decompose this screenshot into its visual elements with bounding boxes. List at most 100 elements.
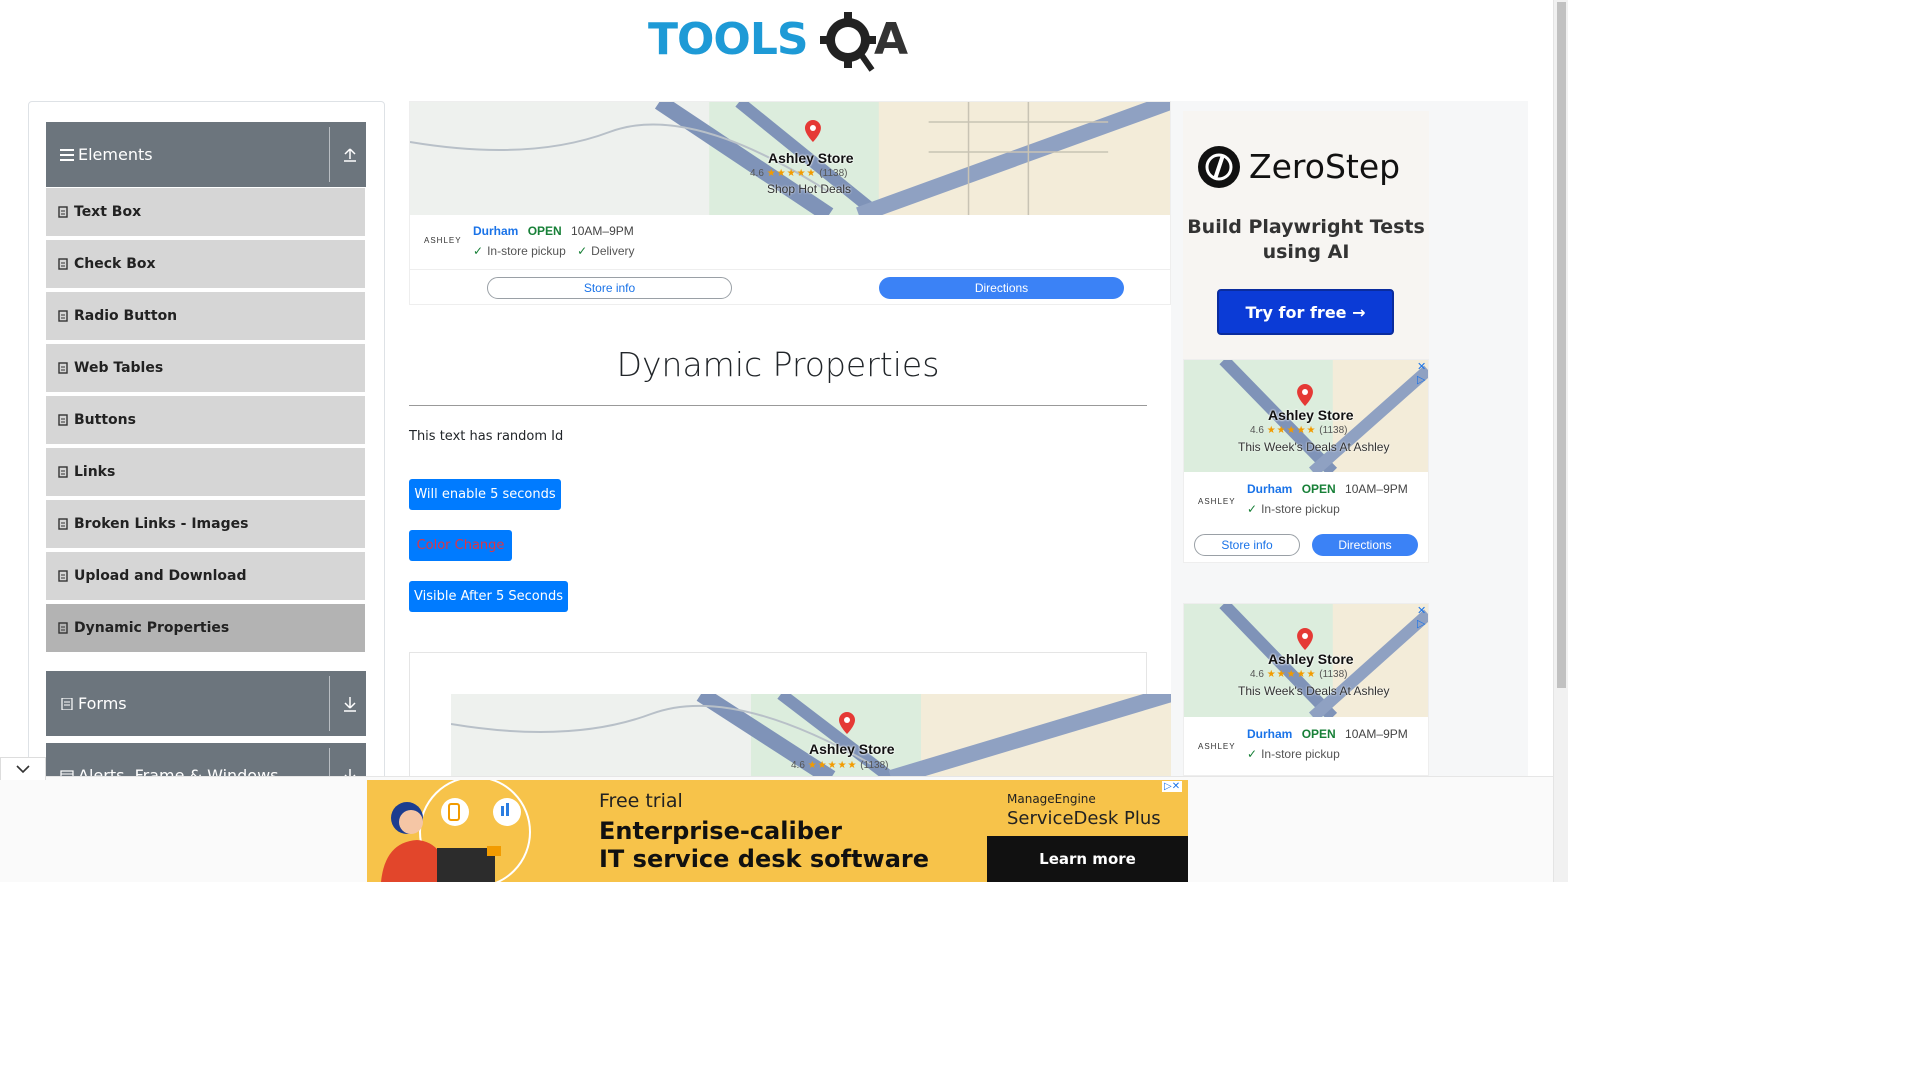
enable-after-button[interactable]: Will enable 5 seconds — [409, 479, 561, 510]
random-id-text: This text has random Id — [409, 429, 564, 444]
lower-map-ad[interactable]: Ashley Store 4.6 ★★★★★ (1138) — [451, 694, 1171, 778]
sidebar-item-links[interactable]: Links — [46, 448, 365, 498]
zerostep-headline: Build Playwright Tests using AI — [1187, 216, 1425, 263]
check-icon: ✓ — [577, 244, 588, 258]
feature-pickup: In-store pickup — [487, 244, 566, 258]
review-count: (1138) — [1319, 669, 1348, 680]
sidebar-item-upload-download[interactable]: Upload and Download — [46, 552, 365, 602]
directions-button[interactable]: Directions — [879, 277, 1124, 299]
ad-close-icon[interactable]: ✕ — [1417, 604, 1426, 617]
rating-value: 4.6 — [750, 168, 764, 179]
feature-pickup: In-store pickup — [1261, 502, 1340, 516]
document-icon — [61, 697, 73, 710]
sidebar-item-radio-button[interactable]: Radio Button — [46, 292, 365, 342]
expand-down-icon[interactable] — [342, 694, 358, 712]
menu-icon — [60, 148, 74, 161]
chevron-down-icon — [16, 765, 30, 774]
list-icon — [58, 258, 68, 270]
store-city: Durham — [473, 224, 519, 238]
rating-value: 4.6 — [1250, 669, 1264, 680]
store-status: OPEN — [527, 224, 562, 238]
rating-value: 4.6 — [791, 760, 805, 771]
ashley-logo: ASHLEY — [424, 236, 462, 245]
ad-tagline: This Week's Deals At Ashley — [1238, 440, 1390, 454]
sidebar-item-check-box[interactable]: Check Box — [46, 240, 365, 290]
collapse-up-icon[interactable] — [342, 145, 358, 163]
rating-stars: ★★★★★ — [1266, 425, 1317, 436]
sidebar-item-buttons[interactable]: Buttons — [46, 396, 365, 446]
directions-button[interactable]: Directions — [1312, 534, 1418, 556]
adchoices-icon[interactable]: ▷ — [1417, 617, 1425, 630]
page-scrollbar[interactable] — [1553, 0, 1568, 882]
side-map-ad-2[interactable]: ✕ ▷ Ashley Store 4.6 ★★★★★ (1138) This W… — [1183, 603, 1429, 776]
sidebar-item-label: Text Box — [74, 204, 142, 220]
list-icon — [58, 414, 68, 426]
store-info-button[interactable]: Store info — [487, 277, 732, 299]
sidebar-panel: Elements Text Box Check Box Radio Button… — [28, 101, 385, 791]
check-icon: ✓ — [1247, 502, 1258, 516]
sidebar-item-text-box[interactable]: Text Box — [46, 188, 365, 238]
store-info-button[interactable]: Store info — [1194, 534, 1300, 556]
list-icon — [58, 518, 68, 530]
store-city: Durham — [1247, 482, 1293, 496]
list-icon — [58, 466, 68, 478]
store-name: Ashley Store — [1268, 407, 1354, 423]
servicedesk-brand: ServiceDesk Plus — [1007, 808, 1161, 829]
list-icon — [58, 310, 68, 322]
rating: 4.6 ★★★★★ (1138) — [791, 760, 888, 771]
manageengine-label: ManageEngine — [1007, 792, 1096, 806]
store-features: ✓ In-store pickup — [1247, 502, 1340, 516]
adchoices-icon[interactable]: ▷ — [1417, 373, 1425, 386]
ashley-logo: ASHLEY — [1198, 742, 1236, 751]
rating: 4.6 ★★★★★ (1138) — [750, 168, 847, 179]
check-icon: ✓ — [473, 244, 484, 258]
ad-close-icon[interactable]: ▷✕ — [1162, 781, 1183, 792]
review-count: (1138) — [1319, 425, 1348, 436]
store-features: ✓ In-store pickup — [1247, 747, 1340, 761]
rating-stars: ★★★★★ — [766, 168, 817, 179]
ad-tagline: This Week's Deals At Ashley — [1238, 684, 1390, 698]
ad-tagline: Shop Hot Deals — [767, 182, 852, 196]
learn-more-button[interactable]: Learn more — [987, 836, 1188, 882]
ad-kicker: Free trial — [599, 790, 683, 812]
sidebar-group-label: Forms — [78, 694, 127, 713]
top-map-ad[interactable]: Ashley Store 4.6 ★★★★★ (1138) Shop Hot D… — [409, 101, 1171, 305]
sidebar-item-label: Upload and Download — [74, 568, 247, 584]
store-location: Durham OPEN 10AM–9PM — [1247, 482, 1408, 496]
sidebar-item-label: Radio Button — [74, 308, 178, 324]
svg-text:A: A — [874, 14, 908, 65]
ad-close-icon[interactable]: ✕ — [1417, 360, 1426, 373]
color-change-button[interactable]: Color Change — [409, 530, 512, 561]
divider — [329, 676, 330, 731]
try-free-button[interactable]: Try for free → — [1217, 289, 1394, 335]
sidebar-item-web-tables[interactable]: Web Tables — [46, 344, 365, 394]
sidebar-item-dynamic-properties[interactable]: Dynamic Properties — [46, 604, 365, 654]
store-features: ✓ In-store pickup ✓ Delivery — [473, 244, 635, 258]
review-count: (1138) — [819, 168, 848, 179]
ashley-logo: ASHLEY — [1198, 497, 1236, 506]
sidebar-group-elements[interactable]: Elements — [46, 122, 366, 187]
zerostep-logo-icon — [1198, 146, 1240, 188]
collapse-ad-button[interactable] — [0, 757, 46, 780]
zerostep-brand: ZeroStep — [1249, 147, 1401, 186]
svg-text:TOOLS: TOOLS — [648, 14, 808, 65]
toolsqa-logo[interactable]: TOOLS A — [648, 12, 912, 74]
store-name: Ashley Store — [809, 741, 895, 757]
ad-headline-1: Enterprise-caliber — [599, 817, 842, 845]
servicedesk-ad[interactable]: Free trial Enterprise-caliber IT service… — [367, 780, 1188, 882]
sidebar-group-forms[interactable]: Forms — [46, 671, 366, 736]
ad-headline-2: IT service desk software — [599, 845, 930, 873]
list-icon — [58, 362, 68, 374]
zerostep-ad[interactable]: ZeroStep Build Playwright Tests using AI… — [1183, 111, 1429, 359]
divider — [329, 127, 330, 182]
visible-after-button[interactable]: Visible After 5 Seconds — [409, 581, 568, 612]
sidebar-item-label: Buttons — [74, 412, 136, 428]
side-map-ad-1[interactable]: ✕ ▷ Ashley Store 4.6 ★★★★★ (1138) This W… — [1183, 359, 1429, 563]
rating-stars: ★★★★★ — [1266, 669, 1317, 680]
rating-stars: ★★★★★ — [807, 760, 858, 771]
scrollbar-thumb[interactable] — [1557, 2, 1566, 688]
check-icon: ✓ — [1247, 747, 1258, 761]
sidebar-item-broken-links[interactable]: Broken Links - Images — [46, 500, 365, 550]
rating: 4.6 ★★★★★ (1138) — [1250, 669, 1347, 680]
store-status: OPEN — [1301, 482, 1336, 496]
